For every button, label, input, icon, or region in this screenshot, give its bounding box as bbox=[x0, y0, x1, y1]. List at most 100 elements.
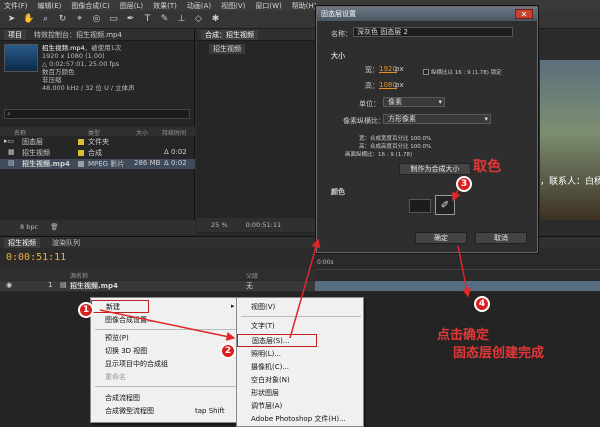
col-source-name[interactable]: 源名称 bbox=[70, 271, 88, 280]
time-ruler[interactable]: 0:00s bbox=[315, 256, 600, 270]
menu-animation[interactable]: 动画(A) bbox=[187, 1, 211, 11]
timeline-layer-row[interactable]: ◉ 1 ▤ 招生视频.mp4 无 bbox=[0, 281, 315, 291]
col-duration[interactable]: 持续时间 bbox=[162, 128, 186, 137]
stamp-tool-icon[interactable]: ⊥ bbox=[176, 14, 187, 25]
layer-parent-dropdown[interactable]: 无 bbox=[246, 281, 253, 291]
make-comp-size-button[interactable]: 制作为合成大小 bbox=[399, 163, 471, 175]
submenu-item-shape[interactable]: 形状图层 bbox=[237, 387, 279, 400]
eyedropper-icon[interactable]: ✐ bbox=[435, 195, 455, 215]
footage-icon: ▤ bbox=[8, 159, 15, 167]
trash-icon[interactable]: 🗑 bbox=[50, 223, 58, 231]
label-color-swatch bbox=[78, 150, 84, 156]
col-parent[interactable]: 父级 bbox=[246, 271, 258, 280]
text-tool-icon[interactable]: T bbox=[142, 14, 153, 25]
selection-tool-icon[interactable]: ➤ bbox=[6, 14, 17, 25]
tab-composition[interactable]: 合成：招生视频 bbox=[201, 29, 258, 40]
tab-timeline-comp[interactable]: 招生视频 bbox=[4, 238, 40, 248]
info-line: 数百万颜色 bbox=[42, 68, 75, 76]
submenu-item-camera[interactable]: 摄像机(C)... bbox=[237, 361, 289, 374]
tab-project[interactable]: 项目 bbox=[4, 29, 26, 40]
project-row-folder[interactable]: ▸▭ 固态层 文件夹 bbox=[0, 137, 195, 147]
pen-tool-icon[interactable]: ✒ bbox=[125, 14, 136, 25]
annotation-pick-color: 取色 bbox=[473, 159, 501, 175]
solid-color-swatch[interactable] bbox=[409, 199, 431, 213]
zoom-tool-icon[interactable]: ⌕ bbox=[40, 14, 51, 25]
menu-item-reveal-in-project[interactable]: 显示项目中的合成组 bbox=[91, 358, 168, 371]
menu-item-comp-settings[interactable]: 图像合成设置... bbox=[91, 314, 154, 327]
close-icon[interactable]: ✕ bbox=[515, 9, 533, 19]
project-search-input[interactable]: ⌕ bbox=[4, 109, 190, 119]
camera-tool-icon[interactable]: ⌖ bbox=[74, 14, 85, 25]
footage-usage: ，被使用1次 bbox=[84, 44, 122, 52]
row-name: 固态层 bbox=[22, 138, 43, 146]
layer-duration-bar[interactable] bbox=[315, 281, 600, 291]
project-row-comp[interactable]: ▦ 招生视频 合成 Δ 0:02 bbox=[0, 148, 195, 158]
comp-viewer-image bbox=[540, 60, 600, 220]
step-badge-1: 1 bbox=[78, 302, 94, 318]
comp-tabbar: 合成：招生视频 bbox=[197, 29, 317, 41]
menu-item-new[interactable]: 新建 bbox=[91, 300, 149, 313]
cancel-button[interactable]: 取消 bbox=[475, 232, 527, 244]
timeline-timecode[interactable]: 0:00:51:11 bbox=[6, 252, 66, 263]
submenu-item-photoshop[interactable]: Adobe Photoshop 文件(H)... bbox=[237, 413, 346, 426]
menu-composition[interactable]: 图像合成(C) bbox=[71, 1, 109, 11]
pan-behind-tool-icon[interactable]: ◎ bbox=[91, 14, 102, 25]
zoom-dropdown[interactable]: 25 % bbox=[211, 221, 228, 229]
comp-time-display[interactable]: 0:00:51:11 bbox=[246, 221, 282, 229]
menu-file[interactable]: 文件(F) bbox=[4, 1, 28, 11]
menu-item-preview[interactable]: 预览(P) bbox=[91, 332, 129, 345]
menu-view[interactable]: 视图(V) bbox=[221, 1, 245, 11]
menu-edit[interactable]: 编辑(E) bbox=[38, 1, 62, 11]
menu-effect[interactable]: 效果(T) bbox=[153, 1, 177, 11]
width-unit: px bbox=[395, 65, 404, 73]
row-type: MPEG 影片 bbox=[88, 160, 125, 168]
comp-subtab[interactable]: 招生视频 bbox=[209, 44, 245, 54]
height-unit: px bbox=[395, 81, 404, 89]
ok-button[interactable]: 确定 bbox=[415, 232, 467, 244]
chevron-down-icon: ▾ bbox=[484, 115, 488, 123]
col-type[interactable]: 类型 bbox=[88, 128, 100, 137]
brush-tool-icon[interactable]: ✎ bbox=[159, 14, 170, 25]
menu-item-mini-flowchart[interactable]: 合成微型流程图 tap Shift bbox=[91, 405, 225, 418]
submenu-item-solid[interactable]: 固态层(S)... bbox=[237, 334, 317, 347]
col-name[interactable]: 名称 bbox=[14, 128, 26, 137]
col-size[interactable]: 大小 bbox=[136, 128, 148, 137]
bit-depth-button[interactable]: 8 bpc bbox=[20, 223, 38, 231]
submenu-item-text[interactable]: 文字(T) bbox=[237, 320, 275, 333]
context-menu: 新建 ▸ 图像合成设置... 预览(P) 切换 3D 视图 显示项目中的合成组 … bbox=[90, 297, 242, 423]
row-name: 招生视频 bbox=[22, 149, 50, 157]
submenu-item-viewer[interactable]: 视图(V) bbox=[237, 301, 275, 314]
menu-layer[interactable]: 图层(L) bbox=[120, 1, 143, 11]
comp-viewer-bar: 25 % 0:00:51:11 bbox=[197, 218, 317, 232]
tab-effect-controls[interactable]: 特效控制台：招生视频.mp4 bbox=[34, 30, 122, 40]
row-type: 合成 bbox=[88, 149, 102, 157]
tab-render-queue[interactable]: 渲染队列 bbox=[52, 238, 80, 248]
info-line: 1920 x 1080 (1.00) bbox=[42, 52, 105, 60]
hand-tool-icon[interactable]: ✋ bbox=[23, 14, 34, 25]
project-footer: 8 bpc 🗑 bbox=[0, 220, 195, 234]
menu-help[interactable]: 帮助(H) bbox=[292, 1, 317, 11]
solid-name-input[interactable]: 深灰色 固态层 2 bbox=[353, 27, 513, 37]
height-label: 高： bbox=[365, 82, 379, 90]
submenu-item-adjustment[interactable]: 调节层(A) bbox=[237, 400, 282, 413]
row-name: 招生视频.mp4 bbox=[22, 160, 70, 168]
eraser-tool-icon[interactable]: ◇ bbox=[193, 14, 204, 25]
label-color-swatch bbox=[78, 139, 84, 145]
menu-item-flowchart[interactable]: 合成流程图 bbox=[91, 392, 140, 405]
height-percent: 高：合成高度百分比 100.0% bbox=[359, 144, 432, 150]
menu-window[interactable]: 窗口(W) bbox=[255, 1, 281, 11]
composition-icon: ▦ bbox=[8, 148, 15, 156]
composition-panel: 合成：招生视频 招生视频 bbox=[197, 29, 317, 234]
menu-item-toggle-3d[interactable]: 切换 3D 视图 bbox=[91, 345, 147, 358]
visibility-eye-icon[interactable]: ◉ bbox=[6, 281, 12, 289]
submenu-item-light[interactable]: 照明(L)... bbox=[237, 348, 281, 361]
submenu-item-null[interactable]: 空白对象(N) bbox=[237, 374, 290, 387]
project-row-footage[interactable]: ▤ 招生视频.mp4 MPEG 影片 286 MB Δ 0:02 bbox=[0, 159, 195, 169]
puppet-tool-icon[interactable]: ✱ bbox=[210, 14, 221, 25]
pixel-aspect-dropdown[interactable]: 方形像素 ▾ bbox=[383, 114, 491, 124]
lock-aspect-checkbox[interactable] bbox=[423, 69, 429, 75]
step-badge-3: 3 bbox=[456, 176, 472, 192]
units-dropdown[interactable]: 像素 ▾ bbox=[383, 97, 445, 107]
rotate-tool-icon[interactable]: ↻ bbox=[57, 14, 68, 25]
rectangle-tool-icon[interactable]: ▭ bbox=[108, 14, 119, 25]
